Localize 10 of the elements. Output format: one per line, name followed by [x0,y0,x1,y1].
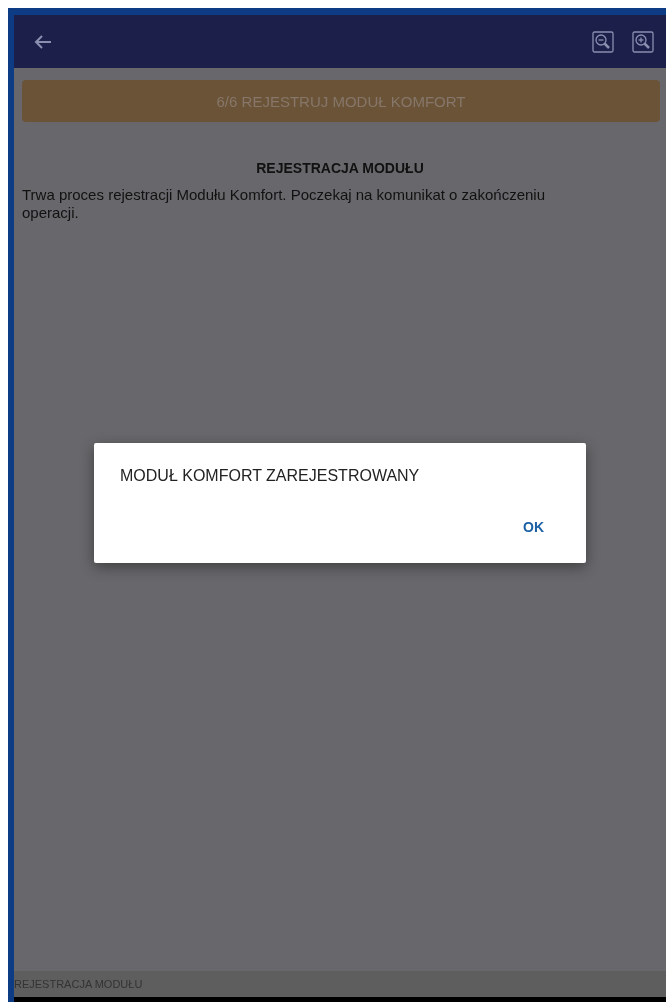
back-arrow-icon [34,33,52,50]
zoom-out-icon [592,30,614,53]
section-title: REJESTRACJA MODUŁU [255,160,425,176]
back-button[interactable] [34,33,52,50]
ok-button[interactable]: OK [519,515,548,539]
zoom-in-button[interactable] [632,30,654,53]
zoom-in-icon [632,30,654,53]
dialog-message: MODUŁ KOMFORT ZAREJESTROWANY [120,467,421,485]
status-message: Trwa proces rejestracji Modułu Komfort. Poczekaj na komunikat o zakończeniu operacji. [22,186,546,222]
zoom-out-button[interactable] [592,30,614,53]
